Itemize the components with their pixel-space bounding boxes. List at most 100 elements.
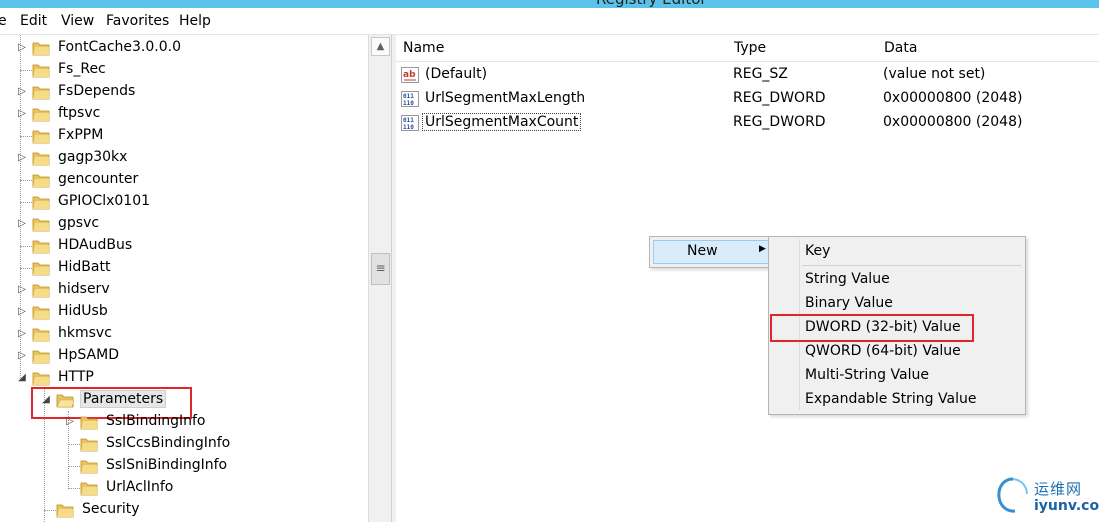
folder-icon (32, 42, 50, 56)
folder-icon (32, 218, 50, 232)
tree-item-label: gpsvc (58, 215, 100, 231)
menu-view[interactable]: View (61, 13, 94, 29)
scroll-up-arrow-icon[interactable]: ▲ (371, 37, 390, 56)
menu-edit[interactable]: Edit (20, 13, 47, 29)
folder-icon (80, 482, 98, 496)
window-title: Registry Editor (596, 0, 707, 8)
expand-arrow-icon[interactable]: ▷ (16, 42, 28, 54)
menu-item-new[interactable]: New ▶ (653, 240, 772, 264)
value-data: (value not set) (883, 66, 986, 82)
column-header-type[interactable]: Type (727, 35, 878, 62)
expand-arrow-icon[interactable]: ▷ (16, 218, 28, 230)
folder-icon (32, 240, 50, 254)
folder-icon (80, 438, 98, 452)
expand-arrow-icon[interactable]: ▷ (64, 416, 76, 428)
menu-item-key[interactable]: Key (805, 243, 830, 259)
string-value-icon: ab (401, 67, 419, 83)
list-row[interactable]: 011 110 UrlSegmentMaxCount REG_DWORD 0x00… (396, 111, 1099, 135)
value-type: REG_DWORD (733, 114, 826, 130)
tree-item-label: SslBindingInfo (106, 413, 206, 429)
title-bar[interactable]: Registry Editor (0, 0, 1099, 8)
folder-icon (32, 328, 50, 342)
watermark-logo-icon (997, 477, 1028, 513)
svg-text:110: 110 (403, 124, 414, 131)
expand-arrow-icon[interactable]: ▷ (16, 86, 28, 98)
menu-help[interactable]: Help (179, 13, 211, 29)
watermark-text: 运维网 (1034, 480, 1083, 498)
expand-arrow-icon[interactable]: ▷ (16, 108, 28, 120)
menu-item-expandable-string-value[interactable]: Expandable String Value (805, 391, 976, 407)
expand-arrow-icon (64, 482, 76, 494)
tree-item-label: gagp30kx (58, 149, 128, 165)
column-header-name[interactable]: Name (396, 35, 728, 62)
value-name: UrlSegmentMaxCount (421, 113, 582, 131)
svg-text:110: 110 (403, 100, 414, 107)
scroll-thumb[interactable]: ≡ (371, 253, 390, 285)
expand-arrow-icon (16, 64, 28, 76)
registry-tree[interactable]: ▷ FontCache3.0.0.0 Fs_Rec ▷ FsDepends ▷ … (0, 35, 368, 522)
watermark-url: iyunv.com (1034, 498, 1099, 514)
expand-arrow-icon[interactable]: ▷ (16, 152, 28, 164)
tree-item-label: HTTP (58, 369, 94, 385)
column-header-data[interactable]: Data (877, 35, 1099, 62)
folder-icon (32, 174, 50, 188)
value-data: 0x00000800 (2048) (883, 114, 1023, 130)
menu-item-label: New (687, 243, 718, 259)
expand-arrow-icon[interactable]: ▷ (16, 350, 28, 362)
folder-icon (32, 262, 50, 276)
tree-item-label: ftpsvc (58, 105, 101, 121)
expand-arrow-icon (64, 460, 76, 472)
folder-icon (32, 196, 50, 210)
expand-arrow-icon[interactable]: ▷ (16, 284, 28, 296)
list-row[interactable]: 011 110 UrlSegmentMaxLength REG_DWORD 0x0… (396, 87, 1099, 111)
collapse-arrow-icon[interactable]: ◢ (16, 372, 28, 384)
tree-item-label: GPIOClx0101 (58, 193, 151, 209)
expand-arrow-icon (16, 240, 28, 252)
folder-icon (32, 64, 50, 78)
menu-separator (802, 265, 1021, 266)
value-type: REG_SZ (733, 66, 788, 82)
tree-item-label: SslSniBindingInfo (106, 457, 228, 473)
expand-arrow-icon (16, 196, 28, 208)
menu-file[interactable]: e (0, 13, 7, 29)
menu-item-qword-value[interactable]: QWORD (64-bit) Value (805, 343, 961, 359)
tree-item-label: Security (82, 501, 140, 517)
red-highlight-box (770, 314, 974, 342)
menu-favorites[interactable]: Favorites (106, 13, 169, 29)
tree-item-label: HDAudBus (58, 237, 133, 253)
menu-item-string-value[interactable]: String Value (805, 271, 890, 287)
folder-icon (80, 416, 98, 430)
expand-arrow-icon[interactable]: ▷ (16, 306, 28, 318)
menu-item-binary-value[interactable]: Binary Value (805, 295, 893, 311)
folder-icon (32, 350, 50, 364)
tree-scrollbar[interactable]: ▲ ≡ (368, 35, 391, 522)
folder-icon (32, 152, 50, 166)
expand-arrow-icon[interactable]: ▷ (16, 328, 28, 340)
svg-text:ab: ab (403, 70, 416, 80)
svg-text:011: 011 (403, 93, 414, 100)
menu-item-multi-string-value[interactable]: Multi-String Value (805, 367, 929, 383)
binary-value-icon: 011110 (401, 91, 419, 107)
folder-icon (56, 504, 74, 518)
tree-item-label: UrlAclInfo (106, 479, 174, 495)
tree-item-label: hkmsvc (58, 325, 112, 341)
list-row[interactable]: ab (Default) REG_SZ (value not set) (396, 63, 1099, 87)
binary-value-icon: 011110 (401, 115, 419, 131)
tree-item-label: HidBatt (58, 259, 111, 275)
folder-icon (32, 372, 50, 386)
folder-icon (32, 86, 50, 100)
folder-icon (32, 284, 50, 298)
folder-icon (32, 108, 50, 122)
value-data: 0x00000800 (2048) (883, 90, 1023, 106)
tree-item-label: SslCcsBindingInfo (106, 435, 231, 451)
folder-icon (32, 130, 50, 144)
tree-item-label: HidUsb (58, 303, 108, 319)
expand-arrow-icon (16, 262, 28, 274)
tree-item-label: gencounter (58, 171, 139, 187)
tree-item-label: FxPPM (58, 127, 104, 143)
submenu-arrow-icon: ▶ (759, 244, 766, 254)
tree-item-label: HpSAMD (58, 347, 119, 363)
folder-icon (80, 460, 98, 474)
tree-item-label: hidserv (58, 281, 110, 297)
tree-item-label: FsDepends (58, 83, 136, 99)
